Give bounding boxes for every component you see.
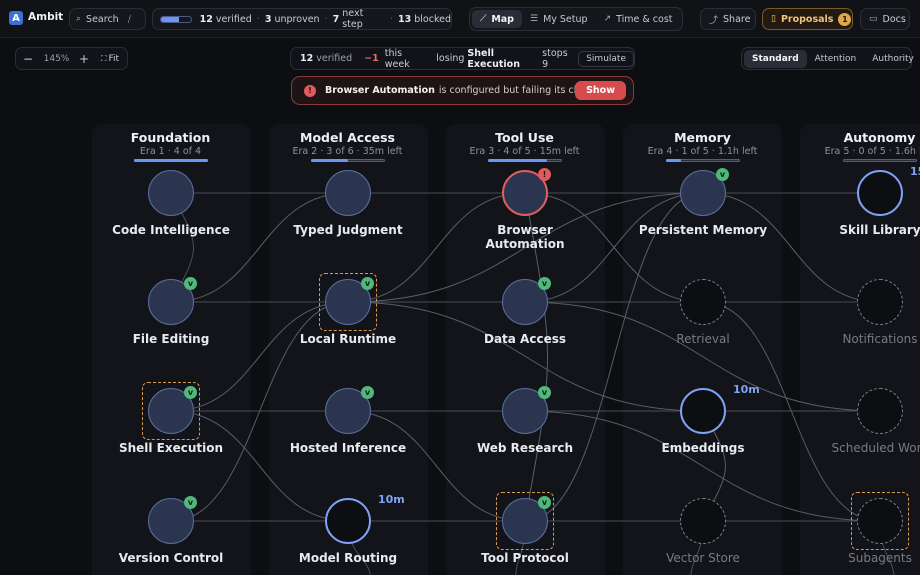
verified-check-icon: v <box>716 168 729 181</box>
node-label[interactable]: Typed Judgment <box>283 223 413 237</box>
verified-check-icon: v <box>361 386 374 399</box>
node-skill-lib[interactable] <box>857 170 903 216</box>
node-code-intel[interactable] <box>148 170 194 216</box>
dependency-edge <box>702 192 881 303</box>
verified-check-icon: v <box>538 277 551 290</box>
node-embeddings[interactable] <box>680 388 726 434</box>
node-label[interactable]: Browser Automation <box>460 223 590 251</box>
node-vector-store[interactable] <box>680 498 726 544</box>
node-label[interactable]: Data Access <box>460 332 590 346</box>
node-typed-judg[interactable] <box>325 170 371 216</box>
node-label[interactable]: Shell Execution <box>106 441 236 455</box>
node-label[interactable]: Hosted Inference <box>283 441 413 455</box>
node-time-estimate: 10m <box>733 383 760 396</box>
error-icon: ! <box>538 168 551 181</box>
node-label[interactable]: Persistent Memory <box>638 223 768 237</box>
node-retrieval[interactable] <box>680 279 726 325</box>
node-label[interactable]: Notifications <box>815 332 920 346</box>
node-label[interactable]: Vector Store <box>638 551 768 565</box>
node-sched-work[interactable] <box>857 388 903 434</box>
verified-check-icon: v <box>184 277 197 290</box>
node-label[interactable]: Web Research <box>460 441 590 455</box>
node-label[interactable]: Model Routing <box>283 551 413 565</box>
verified-check-icon: v <box>184 386 197 399</box>
node-label[interactable]: Scheduled Work <box>815 441 920 455</box>
node-time-estimate: 15m <box>910 165 920 178</box>
node-label[interactable]: File Editing <box>106 332 236 346</box>
verified-check-icon: v <box>538 386 551 399</box>
node-label[interactable]: Skill Library <box>815 223 920 237</box>
node-notifications[interactable] <box>857 279 903 325</box>
node-label[interactable]: Local Runtime <box>283 332 413 346</box>
dependency-edges <box>170 192 895 575</box>
node-label[interactable]: Tool Protocol <box>460 551 590 565</box>
node-label[interactable]: Version Control <box>106 551 236 565</box>
verified-check-icon: v <box>538 496 551 509</box>
verified-check-icon: v <box>361 277 374 290</box>
node-subagents[interactable] <box>857 498 903 544</box>
node-time-estimate: 10m <box>378 493 405 506</box>
node-label[interactable]: Embeddings <box>638 441 768 455</box>
node-label[interactable]: Retrieval <box>638 332 768 346</box>
node-label[interactable]: Subagents <box>815 551 920 565</box>
verified-check-icon: v <box>184 496 197 509</box>
node-model-rout[interactable] <box>325 498 371 544</box>
node-label[interactable]: Code Intelligence <box>106 223 236 237</box>
